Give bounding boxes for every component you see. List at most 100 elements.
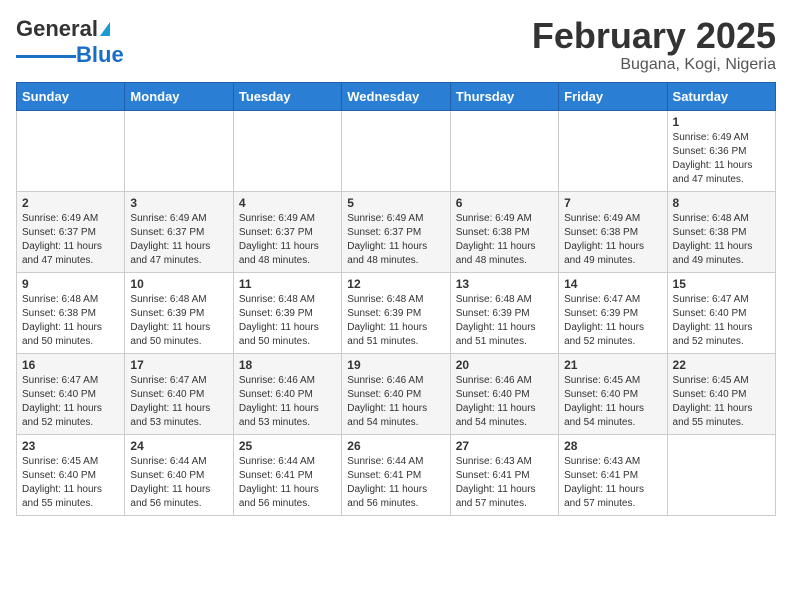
day-info: Sunrise: 6:48 AM Sunset: 6:38 PM Dayligh…	[673, 212, 770, 268]
calendar-cell: 9 Sunrise: 6:48 AM Sunset: 6:38 PM Daylig…	[17, 272, 125, 353]
day-info: Sunrise: 6:49 AM Sunset: 6:38 PM Dayligh…	[564, 212, 661, 268]
weekday-sunday: Sunday	[17, 82, 125, 110]
calendar-cell: 22Sunrise: 6:45 AM Sunset: 6:40 PM Dayli…	[667, 353, 775, 434]
day-info: Sunrise: 6:49 AM Sunset: 6:37 PM Dayligh…	[130, 212, 227, 268]
calendar-cell: 20 Sunrise: 6:46 AM Sunset: 6:40 PM Dayli…	[450, 353, 558, 434]
day-info: Sunrise: 6:46 AM Sunset: 6:40 PM Dayligh…	[347, 374, 444, 430]
day-info: Sunrise: 6:48 AM Sunset: 6:39 PM Dayligh…	[347, 293, 444, 349]
calendar-cell: 14 Sunrise: 6:47 AM Sunset: 6:39 PM Dayli…	[559, 272, 667, 353]
day-info: Sunrise: 6:47 AM Sunset: 6:40 PM Dayligh…	[673, 293, 770, 349]
weekday-saturday: Saturday	[667, 82, 775, 110]
day-number: 26	[347, 439, 444, 453]
day-number: 13	[456, 277, 553, 291]
weekday-friday: Friday	[559, 82, 667, 110]
day-info: Sunrise: 6:46 AM Sunset: 6:40 PM Dayligh…	[239, 374, 336, 430]
logo-blue: Blue	[76, 42, 124, 68]
calendar-cell	[450, 110, 558, 191]
calendar-cell: 11 Sunrise: 6:48 AM Sunset: 6:39 PM Dayli…	[233, 272, 341, 353]
day-number: 2	[22, 196, 119, 210]
calendar-week-row: 16 Sunrise: 6:47 AM Sunset: 6:40 PM Dayli…	[17, 353, 776, 434]
calendar-cell: 4 Sunrise: 6:49 AM Sunset: 6:37 PM Daylig…	[233, 191, 341, 272]
day-number: 10	[130, 277, 227, 291]
day-number: 7	[564, 196, 661, 210]
day-number: 27	[456, 439, 553, 453]
calendar-cell: 2 Sunrise: 6:49 AM Sunset: 6:37 PM Daylig…	[17, 191, 125, 272]
day-info: Sunrise: 6:49 AM Sunset: 6:37 PM Dayligh…	[239, 212, 336, 268]
day-number: 16	[22, 358, 119, 372]
day-info: Sunrise: 6:46 AM Sunset: 6:40 PM Dayligh…	[456, 374, 553, 430]
calendar-table: SundayMondayTuesdayWednesdayThursdayFrid…	[16, 82, 776, 516]
day-number: 25	[239, 439, 336, 453]
calendar-cell: 21 Sunrise: 6:45 AM Sunset: 6:40 PM Dayli…	[559, 353, 667, 434]
calendar-cell	[667, 434, 775, 515]
calendar-cell: 19 Sunrise: 6:46 AM Sunset: 6:40 PM Dayli…	[342, 353, 450, 434]
day-info: Sunrise: 6:48 AM Sunset: 6:39 PM Dayligh…	[456, 293, 553, 349]
day-info: Sunrise: 6:43 AM Sunset: 6:41 PM Dayligh…	[564, 455, 661, 511]
day-number: 24	[130, 439, 227, 453]
calendar-cell: 25 Sunrise: 6:44 AM Sunset: 6:41 PM Dayli…	[233, 434, 341, 515]
calendar-cell: 17Sunrise: 6:47 AM Sunset: 6:40 PM Dayli…	[125, 353, 233, 434]
day-info: Sunrise: 6:49 AM Sunset: 6:37 PM Dayligh…	[347, 212, 444, 268]
day-number: 12	[347, 277, 444, 291]
calendar-week-row: 2 Sunrise: 6:49 AM Sunset: 6:37 PM Daylig…	[17, 191, 776, 272]
day-info: Sunrise: 6:49 AM Sunset: 6:36 PM Dayligh…	[673, 131, 770, 187]
day-number: 9	[22, 277, 119, 291]
logo: General Blue	[16, 16, 124, 68]
calendar-cell: 15 Sunrise: 6:47 AM Sunset: 6:40 PM Dayli…	[667, 272, 775, 353]
day-info: Sunrise: 6:49 AM Sunset: 6:37 PM Dayligh…	[22, 212, 119, 268]
day-number: 18	[239, 358, 336, 372]
calendar-cell: 12 Sunrise: 6:48 AM Sunset: 6:39 PM Dayli…	[342, 272, 450, 353]
day-number: 23	[22, 439, 119, 453]
day-info: Sunrise: 6:44 AM Sunset: 6:41 PM Dayligh…	[239, 455, 336, 511]
day-number: 20	[456, 358, 553, 372]
day-number: 11	[239, 277, 336, 291]
day-info: Sunrise: 6:48 AM Sunset: 6:38 PM Dayligh…	[22, 293, 119, 349]
day-info: Sunrise: 6:45 AM Sunset: 6:40 PM Dayligh…	[22, 455, 119, 511]
day-info: Sunrise: 6:44 AM Sunset: 6:40 PM Dayligh…	[130, 455, 227, 511]
calendar-cell: 6Sunrise: 6:49 AM Sunset: 6:38 PM Daylig…	[450, 191, 558, 272]
day-number: 28	[564, 439, 661, 453]
day-info: Sunrise: 6:45 AM Sunset: 6:40 PM Dayligh…	[673, 374, 770, 430]
weekday-monday: Monday	[125, 82, 233, 110]
calendar-cell: 24 Sunrise: 6:44 AM Sunset: 6:40 PM Dayli…	[125, 434, 233, 515]
day-number: 21	[564, 358, 661, 372]
calendar-subtitle: Bugana, Kogi, Nigeria	[532, 56, 776, 74]
calendar-cell	[233, 110, 341, 191]
day-number: 8	[673, 196, 770, 210]
calendar-title: February 2025	[532, 16, 776, 56]
day-info: Sunrise: 6:47 AM Sunset: 6:40 PM Dayligh…	[130, 374, 227, 430]
calendar-cell: 26 Sunrise: 6:44 AM Sunset: 6:41 PM Dayli…	[342, 434, 450, 515]
day-number: 19	[347, 358, 444, 372]
weekday-header-row: SundayMondayTuesdayWednesdayThursdayFrid…	[17, 82, 776, 110]
calendar-cell: 3 Sunrise: 6:49 AM Sunset: 6:37 PM Daylig…	[125, 191, 233, 272]
calendar-cell: 1Sunrise: 6:49 AM Sunset: 6:36 PM Daylig…	[667, 110, 775, 191]
calendar-cell: 27Sunrise: 6:43 AM Sunset: 6:41 PM Dayli…	[450, 434, 558, 515]
day-info: Sunrise: 6:48 AM Sunset: 6:39 PM Dayligh…	[239, 293, 336, 349]
day-number: 4	[239, 196, 336, 210]
calendar-cell	[125, 110, 233, 191]
calendar-cell: 16 Sunrise: 6:47 AM Sunset: 6:40 PM Dayli…	[17, 353, 125, 434]
day-number: 14	[564, 277, 661, 291]
day-info: Sunrise: 6:44 AM Sunset: 6:41 PM Dayligh…	[347, 455, 444, 511]
calendar-cell: 13 Sunrise: 6:48 AM Sunset: 6:39 PM Dayli…	[450, 272, 558, 353]
weekday-thursday: Thursday	[450, 82, 558, 110]
calendar-cell	[342, 110, 450, 191]
day-number: 5	[347, 196, 444, 210]
day-info: Sunrise: 6:45 AM Sunset: 6:40 PM Dayligh…	[564, 374, 661, 430]
logo-general: General	[16, 16, 98, 42]
calendar-week-row: 23 Sunrise: 6:45 AM Sunset: 6:40 PM Dayli…	[17, 434, 776, 515]
day-info: Sunrise: 6:47 AM Sunset: 6:39 PM Dayligh…	[564, 293, 661, 349]
weekday-wednesday: Wednesday	[342, 82, 450, 110]
calendar-cell: 8 Sunrise: 6:48 AM Sunset: 6:38 PM Daylig…	[667, 191, 775, 272]
calendar-cell: 28 Sunrise: 6:43 AM Sunset: 6:41 PM Dayli…	[559, 434, 667, 515]
day-info: Sunrise: 6:47 AM Sunset: 6:40 PM Dayligh…	[22, 374, 119, 430]
weekday-tuesday: Tuesday	[233, 82, 341, 110]
day-number: 6	[456, 196, 553, 210]
day-number: 15	[673, 277, 770, 291]
calendar-cell: 10Sunrise: 6:48 AM Sunset: 6:39 PM Dayli…	[125, 272, 233, 353]
logo-line	[16, 55, 76, 58]
calendar-cell: 23 Sunrise: 6:45 AM Sunset: 6:40 PM Dayli…	[17, 434, 125, 515]
page-header: General Blue February 2025 Bugana, Kogi,…	[16, 16, 776, 74]
day-number: 3	[130, 196, 227, 210]
calendar-cell	[559, 110, 667, 191]
